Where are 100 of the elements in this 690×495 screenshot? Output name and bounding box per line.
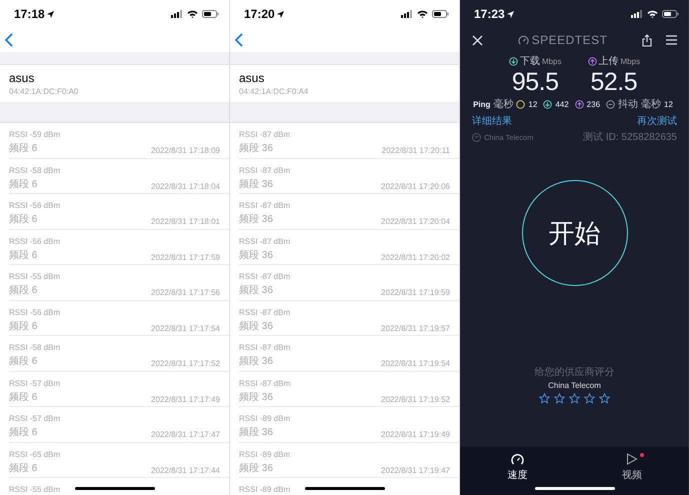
mac-address: 04:42:1A:DC:F0:A4 bbox=[239, 87, 310, 96]
rssi-reading: RSSI -89 dBm bbox=[239, 450, 290, 458]
rssi-reading: RSSI -87 dBm bbox=[239, 166, 290, 174]
signal-icon bbox=[171, 10, 183, 18]
provider-name: China Telecom bbox=[548, 381, 601, 390]
band-label: 频段 36 bbox=[239, 178, 273, 190]
jitter-label: 抖动 bbox=[618, 98, 638, 111]
timestamp: 2022/8/31 17:20:06 bbox=[381, 182, 450, 190]
rssi-reading: RSSI -59 dBm bbox=[9, 130, 60, 139]
location-arrow-icon bbox=[506, 10, 514, 18]
timestamp: 2022/8/31 17:20:02 bbox=[381, 252, 450, 262]
star-icon[interactable] bbox=[569, 393, 580, 404]
rssi-reading: RSSI -87 dBm bbox=[239, 236, 290, 246]
play-icon bbox=[626, 453, 638, 465]
minus-circle-icon bbox=[606, 100, 616, 108]
band-label: 频段 36 bbox=[239, 284, 273, 297]
timestamp: 2022/8/31 17:17:52 bbox=[151, 359, 220, 368]
gauge-icon bbox=[518, 34, 529, 46]
timestamp: 2022/8/31 17:17:54 bbox=[151, 324, 220, 332]
band-label: 频段 36 bbox=[239, 320, 273, 332]
timestamp: 2022/8/31 17:17:47 bbox=[151, 430, 220, 439]
tab-bar-item[interactable]: 视频 bbox=[618, 453, 646, 483]
ping-value: 12 bbox=[528, 100, 538, 108]
star-icon[interactable] bbox=[599, 393, 610, 404]
band-label: 频段 36 bbox=[239, 462, 273, 474]
idle-ping-icon bbox=[516, 100, 526, 108]
battery-icon bbox=[662, 10, 679, 18]
result-link[interactable]: 再次测试 bbox=[637, 114, 677, 128]
rssi-reading: RSSI -87 dBm bbox=[239, 343, 290, 352]
ping-value: 442 bbox=[555, 100, 569, 108]
timestamp: 2022/8/31 17:19:57 bbox=[381, 324, 450, 332]
device-name: asus bbox=[9, 71, 36, 85]
unit-label: 毫秒 bbox=[493, 98, 514, 111]
battery-icon bbox=[432, 10, 449, 18]
band-label: 频段 36 bbox=[239, 390, 273, 404]
status-time: 17:20 bbox=[244, 7, 284, 21]
test-id: 测试 ID: 5258282635 bbox=[583, 130, 677, 144]
back-chevron-icon[interactable] bbox=[235, 33, 243, 47]
band-label: 频段 6 bbox=[9, 390, 38, 404]
start-button[interactable]: 开始 bbox=[522, 180, 628, 286]
rssi-reading: RSSI -57 dBm bbox=[9, 414, 60, 423]
rssi-reading: RSSI -87 dBm bbox=[239, 308, 290, 316]
mac-address: 04:42:1A:DC:F0:A0 bbox=[9, 87, 80, 96]
timestamp: 2022/8/31 17:19:59 bbox=[381, 288, 450, 297]
menu-icon[interactable] bbox=[666, 35, 677, 45]
timestamp: 2022/8/31 17:19:54 bbox=[381, 359, 450, 368]
band-label: 频段 6 bbox=[9, 248, 38, 262]
unit-label: Mbps bbox=[620, 56, 640, 66]
timestamp: 2022/8/31 17:18:01 bbox=[151, 217, 220, 226]
rssi-reading: RSSI -87 dBm bbox=[239, 201, 290, 210]
status-time: 17:23 bbox=[474, 7, 514, 21]
timestamp: 2022/8/31 17:20:11 bbox=[382, 146, 450, 155]
band-label: 频段 6 bbox=[9, 354, 38, 368]
band-label: 频段 6 bbox=[9, 284, 38, 297]
timestamp: 2022/8/31 17:18:09 bbox=[151, 146, 220, 155]
upload-speed: 52.5 bbox=[590, 68, 638, 96]
download-label: 下载 bbox=[520, 54, 540, 68]
app-logo-text: SPEEDTEST bbox=[532, 33, 608, 47]
result-link[interactable]: 详细结果 bbox=[472, 114, 512, 128]
back-chevron-icon[interactable] bbox=[5, 33, 13, 47]
star-icon[interactable] bbox=[584, 393, 595, 404]
rssi-reading: RSSI -56 dBm bbox=[9, 236, 60, 246]
unit-label: 毫秒 bbox=[641, 98, 662, 111]
share-icon[interactable] bbox=[642, 34, 652, 46]
download-icon bbox=[543, 100, 552, 108]
upload-label: 上传 bbox=[598, 54, 618, 68]
band-label: 频段 6 bbox=[9, 178, 38, 190]
rating-prompt: 给您的供应商评分 bbox=[534, 366, 614, 379]
close-icon[interactable] bbox=[472, 34, 483, 46]
band-label: 频段 36 bbox=[239, 354, 273, 368]
rssi-reading: RSSI -89 dBm bbox=[239, 485, 290, 494]
rssi-reading: RSSI -89 dBm bbox=[239, 414, 290, 423]
signal-icon bbox=[401, 10, 413, 18]
star-icon[interactable] bbox=[539, 393, 550, 404]
location-arrow-icon bbox=[46, 10, 54, 18]
ping-label: Ping bbox=[473, 100, 490, 108]
location-arrow-icon bbox=[276, 10, 284, 18]
download-speed: 95.5 bbox=[512, 68, 559, 96]
star-icon[interactable] bbox=[554, 393, 565, 404]
band-label: 频段 36 bbox=[239, 142, 273, 155]
tab-bar-item[interactable]: 速度 bbox=[503, 453, 532, 483]
timestamp: 2022/8/31 17:17:49 bbox=[151, 394, 220, 404]
rssi-reading: RSSI -57 dBm bbox=[9, 378, 60, 388]
rssi-reading: RSSI -55 dBm bbox=[9, 272, 60, 281]
battery-icon bbox=[202, 10, 219, 18]
rssi-reading: RSSI -65 dBm bbox=[9, 450, 60, 458]
rssi-reading: RSSI -56 dBm bbox=[9, 201, 60, 210]
rssi-reading: RSSI -58 dBm bbox=[9, 166, 60, 174]
timestamp: 2022/8/31 17:19:47 bbox=[381, 466, 450, 474]
wifi-icon bbox=[417, 10, 428, 18]
band-label: 频段 6 bbox=[9, 320, 38, 332]
device-name: asus bbox=[239, 71, 266, 85]
band-label: 频段 6 bbox=[9, 426, 38, 439]
upload-icon bbox=[574, 100, 584, 108]
timestamp: 2022/8/31 17:17:44 bbox=[151, 466, 220, 474]
band-label: 频段 36 bbox=[239, 212, 273, 226]
rssi-reading: RSSI -56 dBm bbox=[9, 308, 60, 316]
timestamp: 2022/8/31 17:20:04 bbox=[381, 217, 450, 226]
timestamp: 2022/8/31 17:17:56 bbox=[151, 288, 220, 297]
ping-value: 236 bbox=[586, 100, 600, 108]
